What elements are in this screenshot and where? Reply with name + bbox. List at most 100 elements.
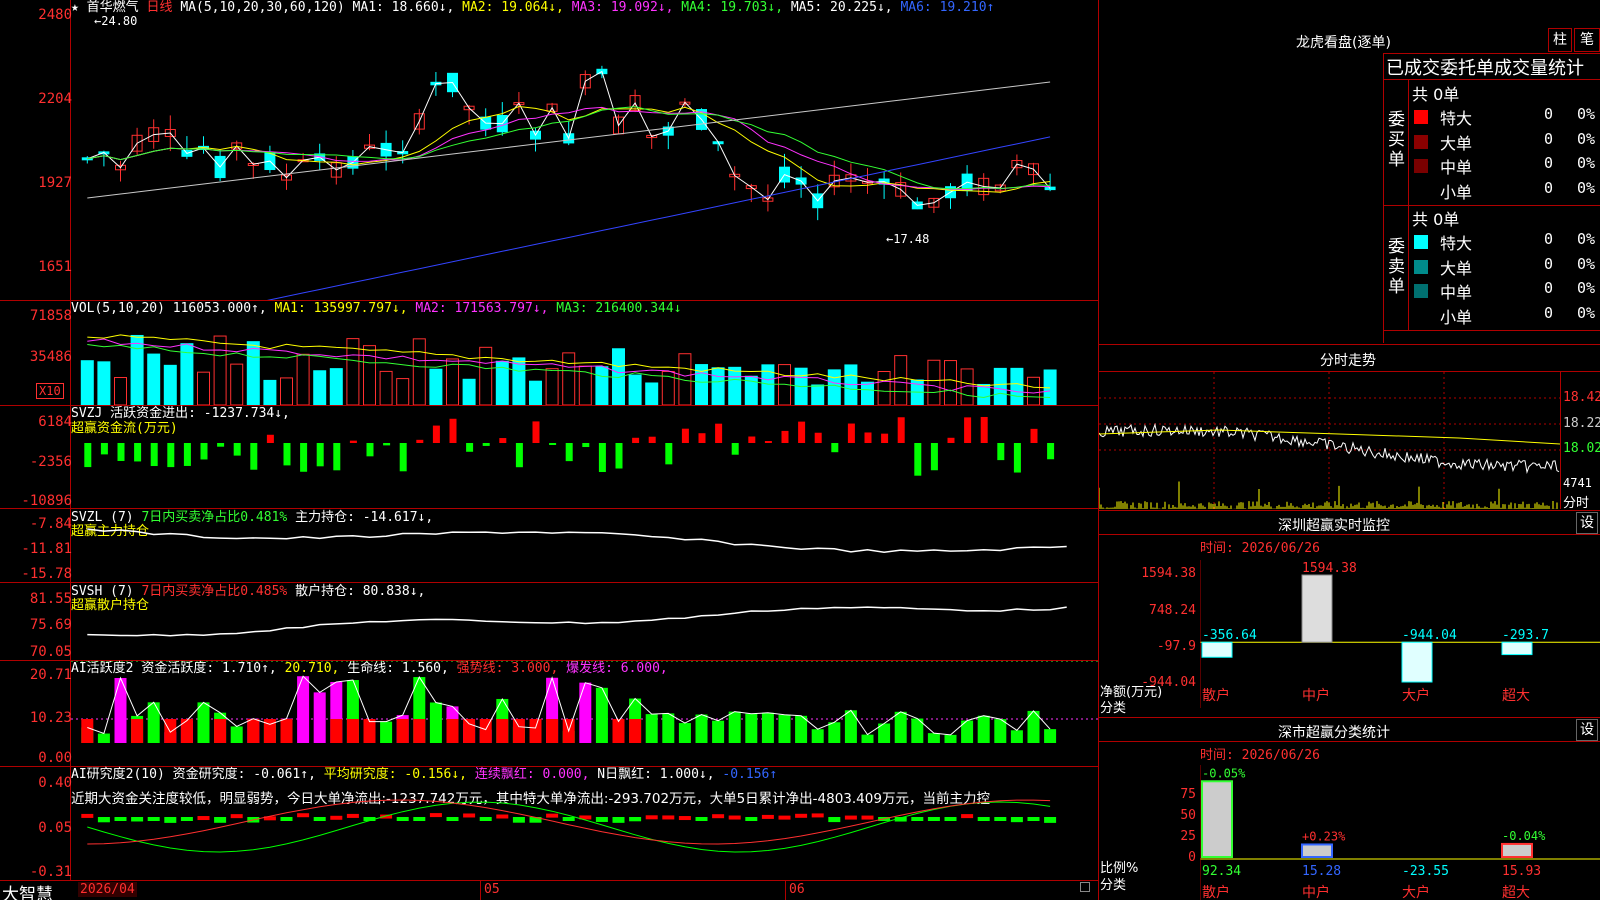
activity-bar bbox=[977, 715, 990, 743]
research-bar bbox=[828, 817, 841, 823]
volume-bar bbox=[944, 360, 957, 405]
research-bar bbox=[429, 813, 442, 818]
fund-flow-bar bbox=[897, 417, 905, 443]
y-tick: -0.31 bbox=[29, 864, 72, 880]
fund-flow-bar bbox=[964, 417, 972, 443]
activity-bar bbox=[778, 714, 791, 743]
activity-bar bbox=[728, 711, 741, 743]
volume-bar bbox=[993, 367, 1007, 405]
retail-holding-line[interactable] bbox=[71, 583, 1098, 660]
volume-bars[interactable] bbox=[71, 318, 1098, 405]
period-label[interactable]: 日线 bbox=[147, 0, 173, 15]
ratio-bars[interactable]: -0.05% 92.34 散户 +0.23% 15.28 中户 -23.55 大户 -0.04%… bbox=[1200, 765, 1600, 900]
volume-bar bbox=[230, 363, 244, 405]
research-bar bbox=[1010, 817, 1023, 823]
fund-flow-bar bbox=[648, 436, 656, 443]
ma4-value: MA4: 19.703↓, bbox=[681, 0, 784, 15]
favorite-star-icon[interactable]: ★ bbox=[71, 0, 79, 15]
volume-bar bbox=[827, 369, 841, 405]
sell-side-label: 委卖单 bbox=[1388, 237, 1405, 297]
order-size-label: 小单 bbox=[1440, 182, 1473, 202]
dragon-header: 已成交委托单成交量统计 bbox=[1386, 58, 1584, 79]
volume-bar bbox=[97, 361, 111, 405]
volume-bar bbox=[280, 377, 293, 405]
fund-flow-bar bbox=[681, 428, 689, 443]
candlestick-chart[interactable] bbox=[71, 18, 1098, 300]
y-tick: 18.42 bbox=[1563, 390, 1600, 405]
y-tick: 1927 bbox=[38, 175, 72, 191]
fund-flow-bar bbox=[764, 441, 772, 443]
activity-bars[interactable] bbox=[71, 661, 1098, 766]
research-bar bbox=[413, 817, 426, 821]
fund-flow-bar bbox=[847, 423, 855, 443]
fund-flow-bar bbox=[814, 432, 822, 443]
lock-icon[interactable] bbox=[1080, 882, 1090, 892]
y-tick: -15.78 bbox=[21, 566, 72, 582]
bar-view-button[interactable]: 柱 bbox=[1548, 28, 1572, 52]
research-bar bbox=[562, 817, 575, 821]
volume-bar bbox=[296, 353, 310, 405]
fund-flow-bar bbox=[1013, 443, 1021, 473]
activity-bar bbox=[131, 719, 144, 743]
category-label: 大户 bbox=[1402, 884, 1430, 900]
fund-flow-bar bbox=[283, 443, 291, 466]
fund-flow-bar bbox=[598, 443, 606, 473]
fund-flow-bar bbox=[84, 443, 92, 468]
fund-flow-bar bbox=[698, 433, 706, 443]
ratio-value: 15.93 bbox=[1502, 864, 1541, 879]
vol-ma3: MA3: 216400.344↓ bbox=[556, 301, 682, 316]
fund-flow-bar bbox=[349, 440, 357, 443]
fund-flow-bar bbox=[383, 443, 391, 446]
activity-bar bbox=[811, 729, 824, 743]
activity-bar bbox=[380, 721, 393, 743]
monitor-title: 深圳超赢实时监控 bbox=[1278, 518, 1390, 534]
fund-flow-bar bbox=[731, 443, 739, 455]
intraday-chart[interactable] bbox=[1099, 372, 1560, 509]
order-percent: 0% bbox=[1577, 279, 1596, 297]
research-bar bbox=[728, 815, 741, 820]
ratio-bar bbox=[1501, 842, 1533, 859]
research-bar bbox=[778, 815, 791, 820]
research-bar bbox=[629, 817, 642, 822]
research-bar bbox=[131, 817, 144, 822]
y-tick: 50 bbox=[1180, 808, 1196, 823]
stats-settings-button[interactable]: 设 bbox=[1576, 719, 1598, 741]
ma3-value: MA3: 19.092↓, bbox=[571, 0, 674, 15]
fund-flow-bar bbox=[549, 443, 557, 445]
main-holding-line[interactable] bbox=[71, 509, 1098, 582]
net-amount-bars[interactable]: -356.64 散户 1594.38 中户 -944.04 大户 -293.7 超大 bbox=[1200, 560, 1600, 708]
research-bar bbox=[230, 814, 243, 819]
legend-swatch bbox=[1414, 235, 1428, 249]
volume-bar bbox=[861, 381, 874, 405]
activity-bar bbox=[678, 723, 691, 743]
order-size-label: 中单 bbox=[1440, 283, 1473, 302]
volume-bar bbox=[379, 370, 393, 405]
order-percent: 0% bbox=[1577, 303, 1596, 322]
fund-flow-bar bbox=[515, 443, 523, 468]
monitor-settings-button[interactable]: 设 bbox=[1576, 512, 1598, 534]
fund-flow-bars[interactable] bbox=[71, 406, 1098, 508]
activity-bar bbox=[662, 713, 675, 743]
activity-bar bbox=[645, 714, 658, 743]
order-size-label: 中单 bbox=[1440, 158, 1473, 177]
volume-bar bbox=[728, 366, 742, 405]
tick-view-button[interactable]: 笔 bbox=[1574, 28, 1600, 52]
volume-bar bbox=[446, 358, 459, 405]
research-bars[interactable] bbox=[71, 767, 1098, 880]
research-bar bbox=[911, 817, 924, 821]
volume-bar bbox=[545, 368, 559, 405]
fund-flow-bar bbox=[831, 443, 839, 453]
vol-label: VOL(5,10,20) bbox=[71, 301, 165, 316]
ma-label: MA(5,10,20,30,60,120) bbox=[180, 0, 345, 15]
research-line bbox=[87, 801, 1051, 853]
order-count: 0 bbox=[1544, 230, 1554, 248]
research-bar bbox=[795, 813, 808, 818]
brand-logo: 大智慧 bbox=[2, 885, 53, 900]
research-bar bbox=[861, 815, 874, 820]
order-percent: 0% bbox=[1577, 230, 1596, 248]
order-count: 0 bbox=[1544, 154, 1554, 172]
fund-flow-bar bbox=[366, 443, 374, 457]
divider bbox=[0, 880, 1098, 881]
y-tick: -7.84 bbox=[29, 516, 72, 532]
y-tick: 70.05 bbox=[29, 644, 72, 660]
